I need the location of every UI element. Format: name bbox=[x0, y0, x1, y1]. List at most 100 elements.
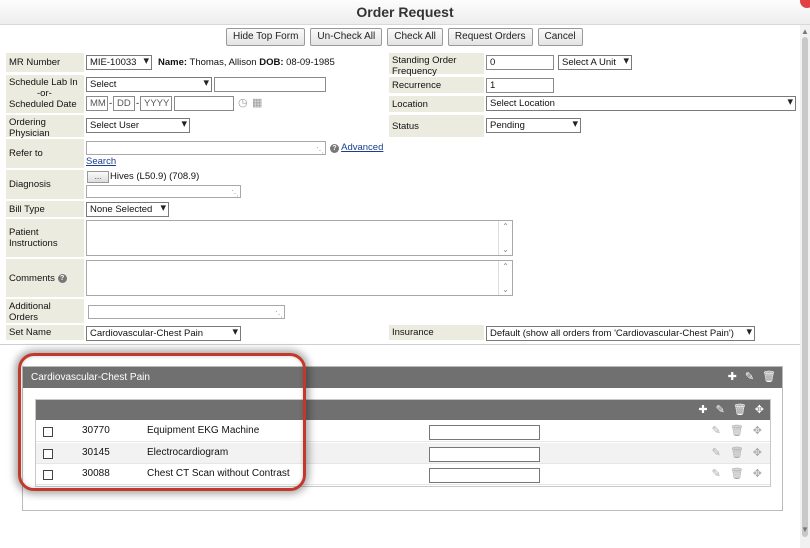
diagnosis-label: Diagnosis bbox=[6, 170, 84, 199]
orders-header-icons: ✚ ✎ 🗑 ✥ bbox=[698, 403, 764, 416]
date-separator: - bbox=[136, 98, 140, 109]
row-icons: ✎ 🗑 ✥ bbox=[712, 446, 762, 459]
scroll-down-icon[interactable]: ▼ bbox=[801, 525, 809, 534]
schedule-label-line1: Schedule Lab In bbox=[9, 77, 78, 88]
order-checkbox[interactable] bbox=[43, 427, 53, 437]
frequency-unit-select[interactable]: Select A Unit bbox=[558, 55, 632, 70]
ordering-physician-select[interactable]: Select User bbox=[86, 118, 190, 133]
month-input[interactable]: MM bbox=[86, 96, 108, 111]
patient-instructions-label: Patient Instructions bbox=[6, 219, 84, 257]
textarea-scrollbar[interactable]: ⌃ ⌄ bbox=[498, 261, 512, 295]
delete-icon[interactable]: 🗑 bbox=[730, 467, 744, 480]
patient-instructions-textarea[interactable]: ⌃ ⌄ bbox=[86, 220, 513, 256]
orders-table: ✚ ✎ 🗑 ✥ 30770 Equipment EKG Machine ✎ 🗑 … bbox=[35, 399, 771, 487]
time-input[interactable] bbox=[174, 96, 234, 111]
patient-dob: 08-09-1985 bbox=[286, 57, 335, 68]
location-select[interactable]: Select Location bbox=[486, 96, 796, 111]
edit-icon[interactable]: ✎ bbox=[712, 424, 721, 437]
advanced-search-link-wrap: ? Advanced bbox=[330, 142, 383, 154]
delete-icon[interactable]: 🗑 bbox=[762, 370, 776, 383]
title-bar: Order Request bbox=[0, 0, 810, 25]
delete-icon[interactable]: 🗑 bbox=[730, 424, 744, 437]
section-divider bbox=[0, 344, 800, 345]
patient-info: Name: Thomas, Allison DOB: 08-09-1985 bbox=[158, 57, 335, 69]
standing-order-frequency-input[interactable]: 0 bbox=[486, 55, 554, 70]
insurance-select[interactable]: Default (show all orders from 'Cardiovas… bbox=[486, 326, 755, 341]
day-input[interactable]: DD bbox=[113, 96, 135, 111]
comments-textarea[interactable]: ⌃ ⌄ bbox=[86, 260, 513, 296]
edit-icon[interactable]: ✎ bbox=[712, 446, 721, 459]
diagnosis-input[interactable]: ⋱ bbox=[86, 185, 241, 198]
location-label: Location bbox=[389, 96, 484, 112]
advanced-link[interactable]: Advanced bbox=[341, 142, 383, 153]
additional-orders-label: Additional Orders bbox=[6, 299, 84, 323]
diagnosis-picker-button[interactable]: ... bbox=[87, 171, 109, 183]
request-orders-button[interactable]: Request Orders bbox=[447, 28, 533, 46]
hide-top-form-button[interactable]: Hide Top Form bbox=[226, 28, 306, 46]
order-set-panel: Cardiovascular-Chest Pain ✚ ✎ 🗑 ✚ ✎ 🗑 ✥ … bbox=[22, 366, 783, 511]
table-row: 30770 Equipment EKG Machine ✎ 🗑 ✥ bbox=[36, 421, 770, 442]
move-icon[interactable]: ✥ bbox=[753, 424, 762, 437]
row-icons: ✎ 🗑 ✥ bbox=[712, 467, 762, 480]
schedule-lab-select[interactable]: Select bbox=[86, 77, 212, 92]
calendar-icon[interactable]: ▦ bbox=[252, 97, 262, 109]
check-all-button[interactable]: Check All bbox=[387, 28, 443, 46]
add-icon[interactable]: ✚ bbox=[728, 370, 737, 383]
add-icon[interactable]: ✚ bbox=[698, 403, 707, 416]
refer-to-input[interactable]: ⋱ bbox=[86, 141, 326, 155]
date-separator: - bbox=[109, 98, 113, 109]
order-checkbox[interactable] bbox=[43, 449, 53, 459]
row-icons: ✎ 🗑 ✥ bbox=[712, 424, 762, 437]
order-checkbox[interactable] bbox=[43, 470, 53, 480]
name-label: Name: bbox=[158, 57, 188, 68]
standing-order-label-line2: Frequency bbox=[392, 66, 437, 77]
order-code: 30145 bbox=[82, 447, 110, 458]
uncheck-all-button[interactable]: Un-Check All bbox=[310, 28, 383, 46]
status-select[interactable]: Pending bbox=[486, 118, 581, 133]
clock-icon[interactable]: ◷ bbox=[238, 97, 248, 109]
status-label: Status bbox=[389, 115, 484, 137]
year-input[interactable]: YYYY bbox=[140, 96, 172, 111]
bill-type-select[interactable]: None Selected bbox=[86, 202, 169, 217]
window-title: Order Request bbox=[356, 4, 454, 20]
order-input[interactable] bbox=[429, 468, 540, 483]
search-link[interactable]: Search bbox=[86, 156, 116, 168]
edit-icon[interactable]: ✎ bbox=[716, 403, 725, 416]
move-icon[interactable]: ✥ bbox=[753, 467, 762, 480]
refer-to-label: Refer to bbox=[6, 139, 84, 168]
table-row: 30145 Electrocardiogram ✎ 🗑 ✥ bbox=[36, 443, 770, 464]
order-set-title: Cardiovascular-Chest Pain bbox=[31, 372, 150, 383]
patient-instructions-label-line2: Instructions bbox=[9, 238, 58, 249]
order-code: 30088 bbox=[82, 468, 110, 479]
schedule-lab-input[interactable] bbox=[214, 77, 326, 92]
standing-order-label-line1: Standing Order bbox=[392, 55, 457, 66]
order-code: 30770 bbox=[82, 425, 110, 436]
move-icon[interactable]: ✥ bbox=[755, 403, 764, 416]
recurrence-input[interactable]: 1 bbox=[486, 78, 554, 93]
day-placeholder: DD bbox=[117, 98, 131, 109]
edit-icon[interactable]: ✎ bbox=[712, 467, 721, 480]
order-input[interactable] bbox=[429, 447, 540, 462]
textarea-scrollbar[interactable]: ⌃ ⌄ bbox=[498, 221, 512, 255]
order-form: MR Number MIE-10033 Name: Thomas, Alliso… bbox=[6, 50, 799, 342]
additional-orders-label-line2: Orders bbox=[9, 312, 39, 323]
diagnosis-value: Hives (L50.9) (708.9) bbox=[110, 171, 200, 182]
delete-icon[interactable]: 🗑 bbox=[733, 403, 747, 416]
additional-orders-input[interactable]: ⋱ bbox=[88, 305, 285, 319]
cancel-button[interactable]: Cancel bbox=[537, 28, 583, 46]
scrollbar-thumb[interactable] bbox=[802, 37, 808, 537]
move-icon[interactable]: ✥ bbox=[753, 446, 762, 459]
page-scrollbar[interactable]: ▲ ▼ bbox=[800, 25, 810, 548]
comments-help-icon[interactable]: ? bbox=[57, 273, 67, 283]
order-input[interactable] bbox=[429, 425, 540, 440]
delete-icon[interactable]: 🗑 bbox=[730, 446, 744, 459]
help-icon[interactable]: ? bbox=[330, 144, 339, 153]
order-name: Equipment EKG Machine bbox=[147, 425, 260, 436]
order-set-header: Cardiovascular-Chest Pain ✚ ✎ 🗑 bbox=[23, 367, 782, 388]
order-name: Chest CT Scan without Contrast bbox=[147, 468, 290, 479]
order-name: Electrocardiogram bbox=[147, 447, 229, 458]
scroll-up-icon[interactable]: ▲ bbox=[801, 27, 809, 36]
set-name-select[interactable]: Cardiovascular-Chest Pain bbox=[86, 326, 241, 341]
mr-number-select[interactable]: MIE-10033 bbox=[86, 55, 152, 70]
edit-icon[interactable]: ✎ bbox=[745, 370, 754, 383]
